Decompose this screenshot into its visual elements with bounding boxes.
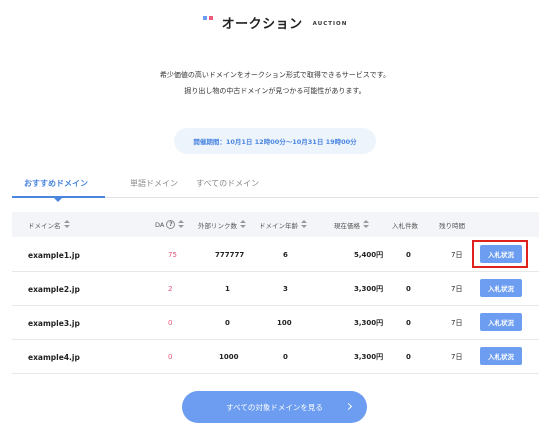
sort-icon[interactable] bbox=[240, 220, 246, 229]
domain-age-value: 3 bbox=[283, 285, 288, 293]
info-icon[interactable]: ? bbox=[166, 220, 176, 229]
external-links-value: 0 bbox=[225, 319, 230, 327]
current-price-value: 3,300円 bbox=[354, 319, 384, 327]
da-value: 0 bbox=[168, 353, 173, 361]
sort-icon[interactable] bbox=[363, 220, 369, 229]
bid-status-button[interactable]: 入札状況 bbox=[480, 279, 522, 297]
external-links-value: 1 bbox=[225, 285, 230, 293]
view-all-domains-label: すべての対象ドメインを見る bbox=[226, 402, 323, 412]
da-value: 75 bbox=[168, 251, 177, 259]
remaining-time-value: 7日 bbox=[451, 319, 463, 327]
tab-recommended[interactable]: おすすめドメイン bbox=[24, 178, 88, 189]
bid-count-value: 0 bbox=[406, 353, 411, 361]
domain-tabs: おすすめドメイン 単語ドメイン すべてのドメイン bbox=[12, 174, 539, 202]
da-value: 2 bbox=[168, 285, 173, 293]
remaining-time-value: 7日 bbox=[451, 285, 463, 293]
bid-count-value: 0 bbox=[406, 251, 411, 259]
table-row: example2.jp 2 1 3 3,300円 0 7日 入札状況 bbox=[12, 272, 539, 306]
external-links-value: 777777 bbox=[215, 251, 245, 259]
description: 希少価値の高いドメインをオークション形式で取得できるサービスです。 掘り出し物の… bbox=[0, 67, 550, 99]
remaining-time-value: 7日 bbox=[451, 353, 463, 361]
sort-icon[interactable] bbox=[63, 220, 70, 229]
current-price-value: 3,300円 bbox=[354, 353, 384, 361]
bid-count-value: 0 bbox=[406, 319, 411, 327]
column-header-label: ドメイン年齢 bbox=[259, 221, 298, 230]
column-header-label: 入札件数 bbox=[392, 221, 418, 230]
active-tab-caret-icon bbox=[54, 198, 62, 202]
current-price-value: 5,400円 bbox=[354, 251, 384, 259]
auction-period-badge: 開催期間：10月1日 12時00分〜10月31日 19時00分 bbox=[174, 128, 376, 154]
page-title: オークション bbox=[221, 16, 303, 32]
domain-name: example4.jp bbox=[28, 352, 80, 362]
column-header-remaining: 残り時間 bbox=[439, 212, 465, 237]
domain-age-value: 0 bbox=[283, 353, 288, 361]
column-header-label: ドメイン名 bbox=[28, 221, 61, 230]
bid-status-button[interactable]: 入札状況 bbox=[480, 313, 522, 331]
view-all-domains-button[interactable]: すべての対象ドメインを見る bbox=[182, 391, 367, 423]
page-subtitle: AUCTION bbox=[312, 20, 348, 27]
table-header: ドメイン名 DA ? 外部リンク数 ドメイン年齢 現在価格 入札件数 残り時間 bbox=[12, 212, 539, 237]
page-header: オークション AUCTION bbox=[0, 12, 550, 32]
tab-all-domains[interactable]: すべてのドメイン bbox=[196, 178, 259, 189]
table-row: example4.jp 0 1000 0 3,300円 0 7日 入札状況 bbox=[12, 340, 539, 374]
tab-word-domains[interactable]: 単語ドメイン bbox=[130, 178, 178, 189]
table-row: example3.jp 0 0 100 3,300円 0 7日 入札状況 bbox=[12, 306, 539, 340]
bid-status-button[interactable]: 入札状況 bbox=[480, 347, 522, 365]
da-value: 0 bbox=[168, 319, 173, 327]
current-price-value: 3,300円 bbox=[354, 285, 384, 293]
domain-name: example1.jp bbox=[28, 250, 80, 260]
column-header-age[interactable]: ドメイン年齢 bbox=[259, 212, 307, 237]
column-header-domain[interactable]: ドメイン名 bbox=[28, 212, 70, 237]
bid-count-value: 0 bbox=[406, 285, 411, 293]
description-line: 掘り出し物の中古ドメインが見つかる可能性があります。 bbox=[184, 87, 366, 95]
auction-logo-icon bbox=[202, 16, 214, 22]
column-header-bids: 入札件数 bbox=[392, 212, 418, 237]
column-header-price[interactable]: 現在価格 bbox=[334, 212, 369, 237]
highlight-box bbox=[472, 240, 528, 268]
description-line: 希少価値の高いドメインをオークション形式で取得できるサービスです。 bbox=[159, 71, 391, 79]
chevron-right-icon bbox=[344, 402, 353, 411]
domain-age-value: 6 bbox=[283, 251, 288, 259]
domain-name: example3.jp bbox=[28, 318, 80, 328]
column-header-label: DA bbox=[155, 220, 165, 229]
sort-icon[interactable] bbox=[178, 220, 185, 229]
domain-name: example2.jp bbox=[28, 284, 80, 294]
domain-age-value: 100 bbox=[277, 319, 292, 327]
sort-icon[interactable] bbox=[301, 220, 307, 229]
column-header-label: 外部リンク数 bbox=[198, 221, 237, 230]
column-header-links[interactable]: 外部リンク数 bbox=[198, 212, 246, 237]
column-header-da[interactable]: DA ? bbox=[155, 212, 185, 237]
remaining-time-value: 7日 bbox=[451, 251, 463, 259]
column-header-label: 現在価格 bbox=[334, 221, 360, 230]
column-header-label: 残り時間 bbox=[439, 221, 465, 230]
external-links-value: 1000 bbox=[219, 353, 239, 361]
table-row: example1.jp 75 777777 6 5,400円 0 7日 入札状況 bbox=[12, 238, 539, 272]
